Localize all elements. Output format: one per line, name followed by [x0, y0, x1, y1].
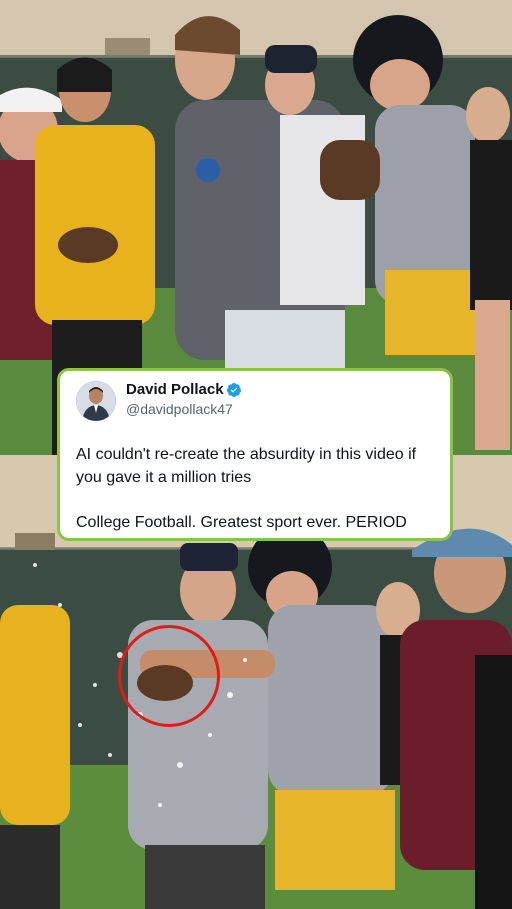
- author-name[interactable]: David Pollack: [126, 381, 224, 398]
- tweet-text: AI couldn't re-create the absurdity in t…: [76, 446, 417, 486]
- author-handle[interactable]: @davidpollack47: [126, 401, 233, 417]
- tweet-text-second-paragraph: College Football. Greatest sport ever. P…: [76, 514, 407, 531]
- highlight-circle: [118, 625, 220, 727]
- avatar-photo-icon: [76, 381, 116, 421]
- verified-badge-icon: [226, 383, 241, 397]
- tweet-card[interactable]: David Pollack @davidpollack47 AI couldn'…: [57, 368, 453, 541]
- author-avatar[interactable]: [76, 381, 116, 421]
